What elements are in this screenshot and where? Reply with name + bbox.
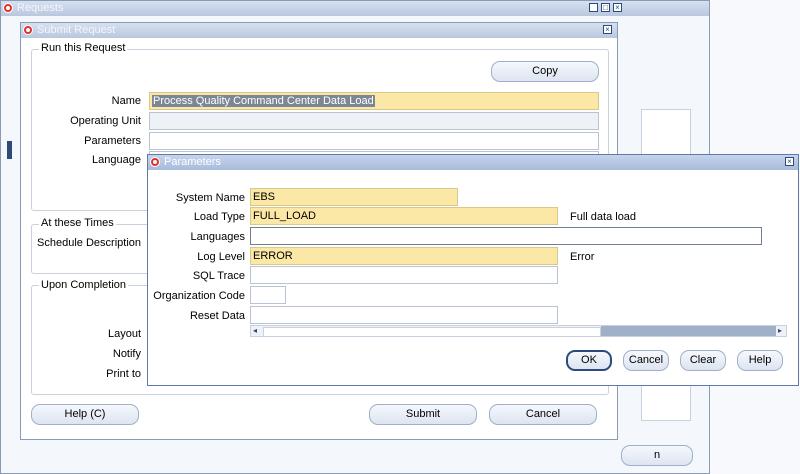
horizontal-scrollbar[interactable]: ◂ ▸ [250,325,787,337]
sql-trace-field[interactable] [250,266,558,284]
print-to-label: Print to [106,368,141,380]
requests-row-marker [7,141,12,159]
languages-field[interactable] [250,227,762,245]
scroll-track-fill [601,326,776,336]
scroll-left-icon[interactable]: ◂ [253,326,257,336]
notify-label: Notify [112,348,141,360]
scroll-thumb[interactable] [263,327,601,337]
language-label: Language [92,154,141,166]
run-request-group-label: Run this Request [39,42,128,54]
log-level-field[interactable]: ERROR [250,247,558,265]
oracle-icon [23,25,33,35]
operating-unit-field[interactable] [149,112,599,130]
oracle-icon [3,3,13,13]
log-level-label: Log Level [197,251,245,263]
close-icon[interactable]: × [613,3,622,12]
completion-group-label: Upon Completion [39,279,128,291]
help-button[interactable]: Help (C) [31,404,139,425]
reset-data-label: Reset Data [189,310,245,322]
parameters-titlebar: Parameters × [148,155,798,170]
oracle-icon [150,157,160,167]
submit-button[interactable]: Submit [369,404,477,425]
cancel-button[interactable]: Cancel [623,350,669,371]
requests-titlebar: Requests _ □ × [1,1,709,16]
close-icon[interactable]: × [603,25,612,34]
times-group-label: At these Times [39,217,116,229]
parameters-field[interactable] [149,132,599,150]
system-name-field[interactable]: EBS [250,188,458,206]
maximize-icon[interactable]: □ [601,3,610,12]
load-type-description: Full data load [570,211,637,223]
system-name-label: System Name [175,192,245,204]
languages-label: Languages [190,231,245,243]
requests-title: Requests [17,2,64,14]
scroll-right-icon[interactable]: ▸ [778,326,782,336]
name-label: Name [111,95,141,107]
load-type-label: Load Type [193,211,245,223]
minimize-icon[interactable]: _ [589,3,598,12]
schedule-label: Schedule Description [37,237,141,249]
parameters-title: Parameters [164,156,221,168]
requests-right-button[interactable]: n [621,445,693,466]
layout-label: Layout [107,328,141,340]
organization-code-label: Organization Code [153,290,245,302]
close-icon[interactable]: × [785,157,794,166]
ok-button[interactable]: OK [566,350,612,371]
cancel-button[interactable]: Cancel [489,404,597,425]
submit-request-title: Submit Request [37,24,116,36]
load-type-field[interactable]: FULL_LOAD [250,207,558,225]
parameters-label: Parameters [84,135,141,147]
help-button[interactable]: Help [737,350,783,371]
parameters-dialog: Parameters × System Name EBS Load Type F… [147,154,799,386]
reset-data-field[interactable] [250,306,558,324]
operating-unit-label: Operating Unit [70,115,141,127]
submit-request-titlebar: Submit Request × [21,23,617,38]
clear-button[interactable]: Clear [680,350,726,371]
organization-code-field[interactable] [250,286,286,304]
sql-trace-label: SQL Trace [192,270,245,282]
name-field[interactable]: Process Quality Command Center Data Load [149,92,599,110]
copy-button[interactable]: Copy [491,61,599,82]
log-level-description: Error [570,251,595,263]
